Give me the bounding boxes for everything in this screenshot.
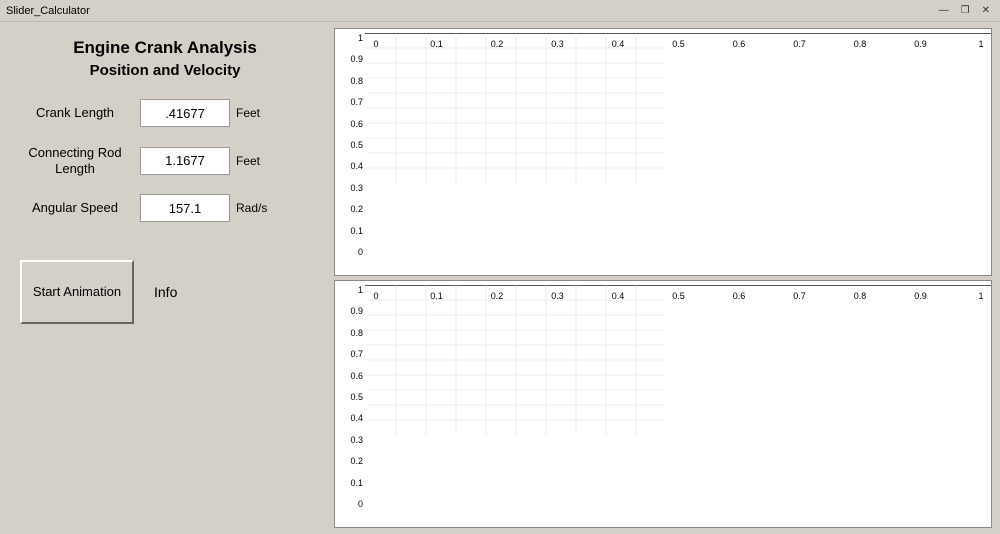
x-axis-label: 0.2 xyxy=(487,291,507,301)
bottom-chart-y-axis: 1 0.9 0.8 0.7 0.6 0.5 0.4 0.3 0.2 0.1 0 xyxy=(335,281,365,527)
left-panel: Engine Crank Analysis Position and Veloc… xyxy=(0,22,330,534)
y-axis-label: 0.9 xyxy=(350,306,363,316)
button-info-row: Start Animation Info xyxy=(20,260,310,324)
connecting-rod-label: Connecting Rod Length xyxy=(20,145,130,176)
y-axis-label: 0.9 xyxy=(350,54,363,64)
angular-speed-unit: Rad/s xyxy=(236,201,276,215)
top-chart: 1 0.9 0.8 0.7 0.6 0.5 0.4 0.3 0.2 0.1 0 xyxy=(334,28,992,276)
x-axis-label: 0.9 xyxy=(911,39,931,49)
x-axis-label: 0.3 xyxy=(548,39,568,49)
y-axis-label: 0 xyxy=(358,247,363,257)
x-axis-label: 0.8 xyxy=(850,39,870,49)
x-axis-label: 0 xyxy=(366,291,386,301)
y-axis-label: 0.2 xyxy=(350,204,363,214)
minimize-button[interactable]: — xyxy=(935,5,953,16)
x-axis-label: 0.3 xyxy=(548,291,568,301)
y-axis-label: 0.7 xyxy=(350,97,363,107)
y-axis-label: 0.8 xyxy=(350,76,363,86)
app-title: Engine Crank Analysis xyxy=(20,38,310,58)
app-subtitle: Position and Velocity xyxy=(20,62,310,79)
y-axis-label: 0.6 xyxy=(350,371,363,381)
y-axis-label: 0.8 xyxy=(350,328,363,338)
y-axis-label: 0.4 xyxy=(350,161,363,171)
x-axis-label: 0.6 xyxy=(729,291,749,301)
y-axis-label: 0.4 xyxy=(350,413,363,423)
y-axis-label: 1 xyxy=(358,285,363,295)
top-chart-area: 00.10.20.30.40.50.60.70.80.91 xyxy=(365,33,991,34)
x-axis-label: 1 xyxy=(971,291,991,301)
y-axis-label: 0.2 xyxy=(350,456,363,466)
y-axis-label: 0.5 xyxy=(350,392,363,402)
x-axis-label: 0.5 xyxy=(669,291,689,301)
connecting-rod-unit: Feet xyxy=(236,154,276,168)
y-axis-label: 0.1 xyxy=(350,226,363,236)
top-chart-y-axis: 1 0.9 0.8 0.7 0.6 0.5 0.4 0.3 0.2 0.1 0 xyxy=(335,29,365,275)
angular-speed-row: Angular Speed Rad/s xyxy=(20,194,310,222)
x-axis-label: 0.2 xyxy=(487,39,507,49)
y-axis-label: 0.7 xyxy=(350,349,363,359)
connecting-rod-input[interactable] xyxy=(140,147,230,175)
bottom-chart-x-axis: 0 0.1 0.2 0.3 0.4 0.5 0.6 0.7 0.8 0.9 1 xyxy=(366,289,991,303)
x-axis-label: 0.6 xyxy=(729,39,749,49)
x-axis-label: 0.5 xyxy=(669,39,689,49)
close-button[interactable]: ✕ xyxy=(978,5,994,16)
start-animation-button[interactable]: Start Animation xyxy=(20,260,134,324)
bottom-chart: 1 0.9 0.8 0.7 0.6 0.5 0.4 0.3 0.2 0.1 0 xyxy=(334,280,992,528)
angular-speed-label: Angular Speed xyxy=(20,200,130,216)
connecting-rod-row: Connecting Rod Length Feet xyxy=(20,145,310,176)
x-axis-label: 0.1 xyxy=(427,291,447,301)
top-chart-x-axis: 0 0.1 0.2 0.3 0.4 0.5 0.6 0.7 0.8 0.9 1 xyxy=(366,37,991,51)
x-axis-label: 0.4 xyxy=(608,291,628,301)
crank-length-unit: Feet xyxy=(236,106,276,120)
x-axis-label: 0 xyxy=(366,39,386,49)
right-panel: 1 0.9 0.8 0.7 0.6 0.5 0.4 0.3 0.2 0.1 0 xyxy=(330,22,1000,534)
y-axis-label: 0.5 xyxy=(350,140,363,150)
y-axis-label: 0.1 xyxy=(350,478,363,488)
main-content: Engine Crank Analysis Position and Veloc… xyxy=(0,22,1000,534)
top-chart-grid xyxy=(366,33,666,183)
x-axis-label: 1 xyxy=(971,39,991,49)
info-label: Info xyxy=(154,284,177,300)
x-axis-label: 0.4 xyxy=(608,39,628,49)
y-axis-label: 0.6 xyxy=(350,119,363,129)
crank-length-label: Crank Length xyxy=(20,105,130,121)
titlebar-title: Slider_Calculator xyxy=(6,5,90,17)
x-axis-label: 0.7 xyxy=(790,291,810,301)
titlebar-buttons: — ❐ ✕ xyxy=(935,5,994,16)
titlebar: Slider_Calculator — ❐ ✕ xyxy=(0,0,1000,22)
crank-length-row: Crank Length Feet xyxy=(20,99,310,127)
crank-length-input[interactable] xyxy=(140,99,230,127)
x-axis-label: 0.9 xyxy=(911,291,931,301)
y-axis-label: 0.3 xyxy=(350,183,363,193)
y-axis-label: 0.3 xyxy=(350,435,363,445)
bottom-chart-area: 00.10.20.30.40.50.60.70.80.91 xyxy=(365,285,991,286)
x-axis-label: 0.7 xyxy=(790,39,810,49)
y-axis-label: 1 xyxy=(358,33,363,43)
angular-speed-input[interactable] xyxy=(140,194,230,222)
restore-button[interactable]: ❐ xyxy=(957,5,974,16)
x-axis-label: 0.1 xyxy=(427,39,447,49)
y-axis-label: 0 xyxy=(358,499,363,509)
bottom-chart-grid xyxy=(366,285,666,435)
x-axis-label: 0.8 xyxy=(850,291,870,301)
